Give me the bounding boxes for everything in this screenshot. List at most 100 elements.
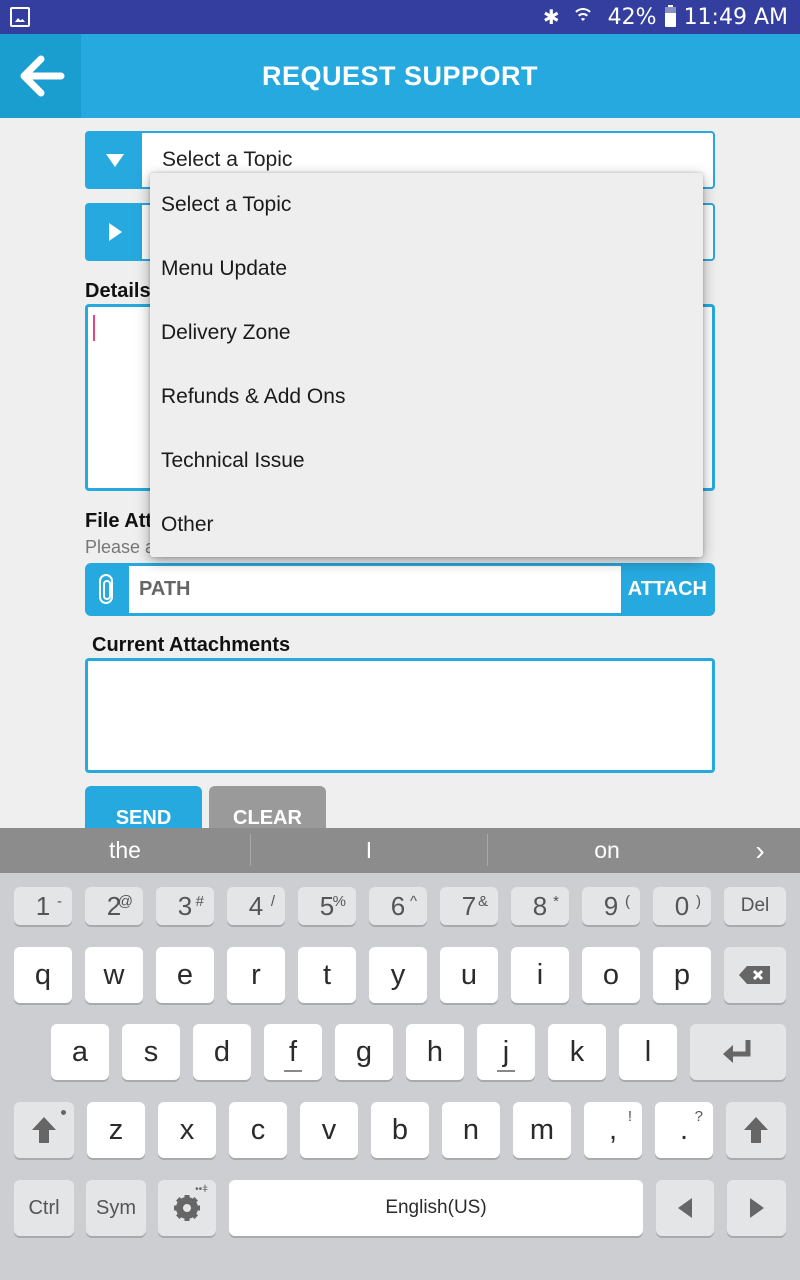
- key-y[interactable]: y: [369, 947, 427, 1003]
- key-0[interactable]: 0): [653, 887, 711, 925]
- suggestion-item[interactable]: on: [488, 828, 726, 873]
- home-key-marker: [497, 1070, 515, 1072]
- key-f[interactable]: f: [264, 1024, 322, 1080]
- dropdown-option[interactable]: Technical Issue: [150, 429, 703, 493]
- space-bar[interactable]: English(US): [229, 1180, 643, 1236]
- key-b[interactable]: b: [371, 1102, 429, 1158]
- key-r[interactable]: r: [227, 947, 285, 1003]
- key-8[interactable]: 8 *: [511, 887, 569, 925]
- key-a[interactable]: a: [51, 1024, 109, 1080]
- text-cursor: [93, 315, 95, 341]
- key-label: t: [322, 958, 332, 991]
- key-t[interactable]: t: [298, 947, 356, 1003]
- home-key-marker: [284, 1070, 302, 1072]
- key-label: Ctrl: [28, 1196, 60, 1219]
- key-x[interactable]: x: [158, 1102, 216, 1158]
- key-label: g: [355, 1035, 373, 1068]
- key-p[interactable]: p: [653, 947, 711, 1003]
- soft-keyboard: 1- 2 @ 3 # 4/5% 6 ^ 7 & 8 * 9( 0) Del q w e r t y u i o p a s d f g h j…: [0, 873, 800, 1280]
- key-q[interactable]: q: [14, 947, 72, 1003]
- shift-up-arrow-icon: [32, 1117, 56, 1143]
- page-title: REQUEST SUPPORT: [261, 61, 539, 91]
- cursor-right-key[interactable]: [727, 1180, 786, 1236]
- cursor-left-key[interactable]: [656, 1180, 714, 1236]
- key-m[interactable]: m: [513, 1102, 571, 1158]
- key-label: b: [391, 1113, 409, 1146]
- key-comma[interactable]: ,!: [584, 1102, 642, 1158]
- key-label: u: [460, 958, 478, 991]
- shift-key-left[interactable]: [14, 1102, 74, 1158]
- key-period[interactable]: .?: [655, 1102, 713, 1158]
- back-button[interactable]: [0, 34, 81, 118]
- topic-select-toggle[interactable]: [87, 133, 142, 187]
- key-z[interactable]: z: [87, 1102, 145, 1158]
- key-2[interactable]: 2 @: [85, 887, 143, 925]
- key-label: k: [569, 1035, 585, 1068]
- key-k[interactable]: k: [548, 1024, 606, 1080]
- key-6[interactable]: 6 ^: [369, 887, 427, 925]
- key-label: .: [679, 1113, 689, 1146]
- path-input[interactable]: PATH: [129, 566, 621, 613]
- key-label: h: [426, 1035, 444, 1068]
- key-g[interactable]: g: [335, 1024, 393, 1080]
- attach-button[interactable]: ATTACH: [628, 563, 707, 616]
- triangle-down-icon: [105, 154, 124, 167]
- key-label: 7: [461, 890, 477, 921]
- subtopic-select-toggle[interactable]: [87, 205, 142, 259]
- topic-dropdown-menu: Select a Topic Menu Update Delivery Zone…: [150, 173, 703, 557]
- suggestion-item[interactable]: the: [0, 828, 250, 873]
- key-9[interactable]: 9(: [582, 887, 640, 925]
- wifi-icon: [571, 6, 594, 28]
- key-sublabel: *: [553, 893, 559, 910]
- key-c[interactable]: c: [229, 1102, 287, 1158]
- ctrl-key[interactable]: Ctrl: [14, 1180, 74, 1236]
- key-l[interactable]: l: [619, 1024, 677, 1080]
- file-attachment-hint: Please a: [85, 537, 156, 557]
- key-w[interactable]: w: [85, 947, 143, 1003]
- dropdown-option[interactable]: Refunds & Add Ons: [150, 365, 703, 429]
- dropdown-option[interactable]: Menu Update: [150, 237, 703, 301]
- key-4[interactable]: 4/: [227, 887, 285, 925]
- key-label: 0: [674, 890, 690, 921]
- key-1[interactable]: 1-: [14, 887, 72, 925]
- key-h[interactable]: h: [406, 1024, 464, 1080]
- key-u[interactable]: u: [440, 947, 498, 1003]
- key-o[interactable]: o: [582, 947, 640, 1003]
- key-5[interactable]: 5%: [298, 887, 356, 925]
- key-7[interactable]: 7 &: [440, 887, 498, 925]
- key-label: e: [176, 958, 194, 991]
- gear-icon: [174, 1195, 200, 1221]
- key-label: d: [213, 1035, 231, 1068]
- shift-key-right[interactable]: [726, 1102, 786, 1158]
- key-j[interactable]: j: [477, 1024, 535, 1080]
- key-3[interactable]: 3 #: [156, 887, 214, 925]
- key-label: j: [502, 1035, 510, 1068]
- key-n[interactable]: n: [442, 1102, 500, 1158]
- shift-up-arrow-icon: [744, 1117, 768, 1143]
- key-v[interactable]: v: [300, 1102, 358, 1158]
- key-label: q: [34, 958, 52, 991]
- enter-key[interactable]: [690, 1024, 786, 1080]
- sym-key[interactable]: Sym: [86, 1180, 146, 1236]
- chevron-right-icon[interactable]: ›: [740, 828, 780, 873]
- key-sublabel: (: [625, 893, 630, 910]
- enter-icon: [723, 1040, 751, 1063]
- delete-key[interactable]: Del: [724, 887, 786, 925]
- backspace-key[interactable]: [724, 947, 786, 1003]
- settings-key[interactable]: ••ǂ: [158, 1180, 216, 1236]
- key-sublabel: ): [696, 893, 701, 910]
- dropdown-option[interactable]: Other: [150, 493, 703, 557]
- key-label: n: [462, 1113, 480, 1146]
- key-s[interactable]: s: [122, 1024, 180, 1080]
- paperclip-icon: [99, 574, 113, 604]
- dropdown-option[interactable]: Delivery Zone: [150, 301, 703, 365]
- suggestion-item[interactable]: I: [251, 828, 487, 873]
- dropdown-option[interactable]: Select a Topic: [150, 173, 703, 237]
- key-sublabel: !: [627, 1108, 632, 1125]
- key-label: r: [251, 958, 261, 991]
- key-label: y: [390, 958, 406, 991]
- key-e[interactable]: e: [156, 947, 214, 1003]
- key-sublabel: ?: [694, 1108, 703, 1125]
- key-i[interactable]: i: [511, 947, 569, 1003]
- key-d[interactable]: d: [193, 1024, 251, 1080]
